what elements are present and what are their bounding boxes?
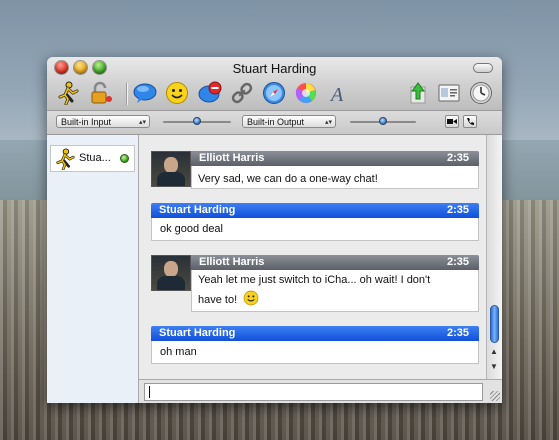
chat-window: Stuart Harding A Built-in Input ▴▾ Built…	[47, 57, 502, 403]
video-camera-icon	[447, 119, 457, 124]
lock-icon[interactable]	[88, 81, 112, 105]
link-icon[interactable]	[230, 81, 254, 105]
message-item: Elliott Harris 2:35 Yeah let me just swi…	[151, 255, 479, 312]
output-volume-slider[interactable]	[350, 117, 416, 125]
participant-item[interactable]: Stua...	[50, 145, 135, 172]
message-time: 2:35	[446, 256, 469, 268]
message-sender: Stuart Harding	[159, 204, 236, 216]
chat-transcript: Elliott Harris 2:35 Very sad, we can do …	[139, 135, 486, 379]
message-header: Elliott Harris 2:35	[151, 151, 479, 166]
output-volume-knob[interactable]	[379, 117, 387, 125]
text-caret	[149, 386, 150, 399]
phone-icon	[466, 118, 474, 125]
audio-video-bar: Built-in Input ▴▾ Built-in Output ▴▾	[47, 111, 502, 135]
message-header: Elliott Harris 2:35	[151, 255, 479, 270]
block-icon[interactable]	[198, 81, 222, 105]
message-body: Yeah let me just switch to iCha... oh wa…	[191, 270, 479, 312]
popup-arrows-icon: ▴▾	[324, 119, 332, 126]
chat-bubble-icon[interactable]	[133, 81, 157, 105]
resize-grip-icon[interactable]	[490, 391, 500, 401]
aim-buddy-icon[interactable]	[56, 81, 80, 105]
message-text: Very sad, we can do a one-way chat!	[198, 173, 378, 185]
svg-text:A: A	[329, 84, 344, 105]
color-wheel-icon[interactable]	[294, 81, 318, 105]
scroll-up-arrow-icon[interactable]: ▲	[490, 347, 498, 356]
avatar	[151, 255, 191, 291]
message-sender: Elliott Harris	[199, 152, 265, 164]
toolbar-toggle-button[interactable]	[473, 63, 493, 73]
input-device-label: Built-in Input	[61, 117, 112, 127]
message-item: Stuart Harding 2:35 oh man	[151, 326, 479, 364]
message-body: Very sad, we can do a one-way chat!	[191, 166, 479, 189]
message-time: 2:35	[446, 327, 469, 339]
input-device-popup[interactable]: Built-in Input ▴▾	[56, 115, 150, 128]
font-icon[interactable]: A	[326, 81, 350, 105]
participant-name: Stua...	[79, 152, 111, 164]
message-input-bar	[139, 379, 502, 403]
message-sender: Stuart Harding	[159, 327, 236, 339]
message-body: oh man	[151, 341, 479, 364]
message-time: 2:35	[446, 204, 469, 216]
output-device-label: Built-in Output	[247, 117, 305, 127]
video-camera-button[interactable]	[445, 115, 459, 128]
aim-buddy-icon	[56, 148, 75, 170]
message-time: 2:35	[446, 152, 469, 164]
avatar	[151, 151, 191, 187]
input-volume-slider[interactable]	[163, 117, 231, 125]
card-icon[interactable]	[437, 81, 461, 105]
toolbar-separator	[126, 83, 128, 105]
input-volume-knob[interactable]	[193, 117, 201, 125]
safari-icon[interactable]	[262, 81, 286, 105]
participants-sidebar: Stua...	[47, 135, 139, 403]
message-sender: Elliott Harris	[199, 256, 265, 268]
message-text: have to!	[198, 294, 238, 306]
window-title: Stuart Harding	[232, 61, 317, 76]
transcript-scrollbar[interactable]: ▲ ▼	[486, 135, 502, 379]
titlebar: Stuart Harding A	[47, 57, 502, 111]
popup-arrows-icon: ▴▾	[138, 119, 146, 126]
scrollbar-thumb[interactable]	[490, 305, 499, 343]
message-text: Yeah let me just switch to iCha... oh wa…	[198, 274, 431, 286]
smiley-icon	[243, 290, 259, 306]
phone-button[interactable]	[463, 115, 477, 128]
message-body: ok good deal	[151, 218, 479, 241]
scroll-down-arrow-icon[interactable]: ▼	[490, 362, 498, 371]
status-available-icon	[120, 154, 129, 163]
message-item: Stuart Harding 2:35 ok good deal	[151, 203, 479, 241]
clock-icon[interactable]	[469, 81, 493, 105]
output-device-popup[interactable]: Built-in Output ▴▾	[242, 115, 336, 128]
message-header: Stuart Harding 2:35	[151, 326, 479, 341]
send-file-icon[interactable]	[406, 81, 430, 105]
message-item: Elliott Harris 2:35 Very sad, we can do …	[151, 151, 479, 189]
message-text: oh man	[160, 346, 197, 358]
message-text: ok good deal	[160, 223, 223, 235]
smiley-icon[interactable]	[165, 81, 189, 105]
message-header: Stuart Harding 2:35	[151, 203, 479, 218]
message-input[interactable]	[144, 383, 483, 401]
